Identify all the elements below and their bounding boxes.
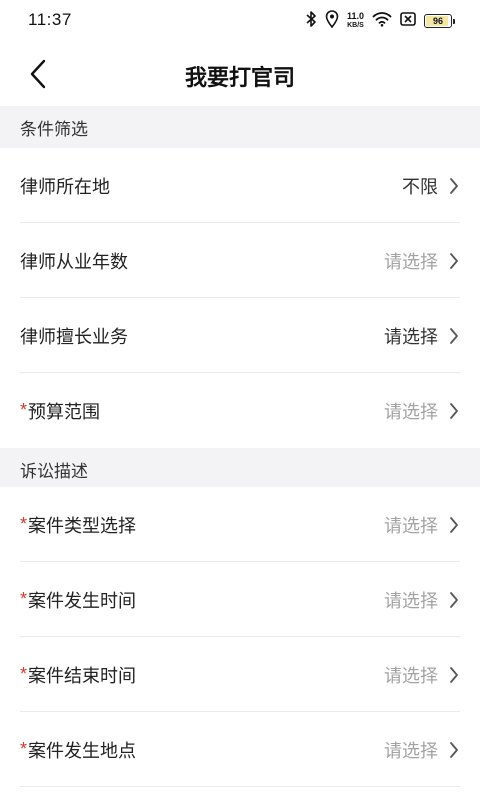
row-budget-range[interactable]: * 预算范围 请选择 [0,373,480,448]
row-label: * 案件发生时间 [20,562,136,637]
status-bar: 11:37 11.0 KB/S 96 [0,0,480,42]
row-case-end-time[interactable]: * 案件结束时间 请选择 [0,637,480,712]
row-label-text: 律师所在地 [20,176,110,197]
row-case-start-time[interactable]: * 案件发生时间 请选择 [0,562,480,637]
row-label-text: 预算范围 [28,401,101,422]
row-label: * 案件结束时间 [20,637,136,712]
row-label-text: 案件类型选择 [28,515,137,536]
row-value: 请选择 [384,401,438,422]
chevron-right-icon [450,592,458,608]
row-label: 律师擅长业务 [20,298,128,373]
row-label-text: 案件发生地点 [28,740,137,761]
bluetooth-icon [305,10,317,33]
net-speed: 11.0 KB/S [347,12,364,30]
wifi-icon [372,11,392,32]
row-case-location[interactable]: * 案件发生地点 请选择 [0,712,480,787]
row-label-text: 案件发生时间 [28,590,137,611]
section-header-description: 诉讼描述 [0,448,480,490]
row-label-text: 律师从业年数 [20,251,128,272]
row-label-text: 案件结束时间 [28,665,137,686]
row-label: 律师从业年数 [20,223,128,298]
row-value: 请选择 [384,665,438,686]
no-sim-icon [400,11,416,32]
required-mark: * [20,739,28,759]
page-title: 我要打官司 [184,65,295,90]
row-value: 请选择 [384,740,438,761]
chevron-right-icon [450,328,458,344]
row-value: 请选择 [384,251,438,272]
required-mark: * [20,514,28,534]
row-label: 律师所在地 [20,148,110,223]
net-speed-unit: KB/S [347,22,364,29]
net-speed-value: 11.0 [346,11,364,21]
row-label: * 案件类型选择 [20,487,136,562]
required-mark: * [20,400,28,420]
section-header-filter: 条件筛选 [0,106,480,148]
chevron-right-icon [450,253,458,269]
location-icon [325,9,339,33]
row-value: 请选择 [384,515,438,536]
row-lawyer-years[interactable]: 律师从业年数 请选择 [0,223,480,298]
row-label-text: 律师擅长业务 [20,326,128,347]
status-time: 11:37 [28,10,72,29]
chevron-right-icon [450,667,458,683]
required-mark: * [20,589,28,609]
row-value: 请选择 [384,326,438,347]
row-lawyer-specialty[interactable]: 律师擅长业务 请选择 [0,298,480,373]
row-value: 请选择 [384,590,438,611]
app-header: 我要打官司 [0,42,480,106]
chevron-right-icon [450,517,458,533]
chevron-right-icon [450,178,458,194]
row-label: * 案件发生地点 [20,712,136,787]
battery-tip [453,19,455,24]
battery-icon: 96 [424,14,455,28]
divider [20,786,460,787]
row-label: * 预算范围 [20,373,100,448]
row-case-type[interactable]: * 案件类型选择 请选择 [0,487,480,562]
battery-level: 96 [432,16,443,26]
row-value: 不限 [402,176,438,197]
status-icons: 11.0 KB/S 96 [305,9,455,33]
required-mark: * [20,664,28,684]
chevron-right-icon [450,403,458,419]
chevron-right-icon [450,742,458,758]
row-lawyer-location[interactable]: 律师所在地 不限 [0,148,480,223]
